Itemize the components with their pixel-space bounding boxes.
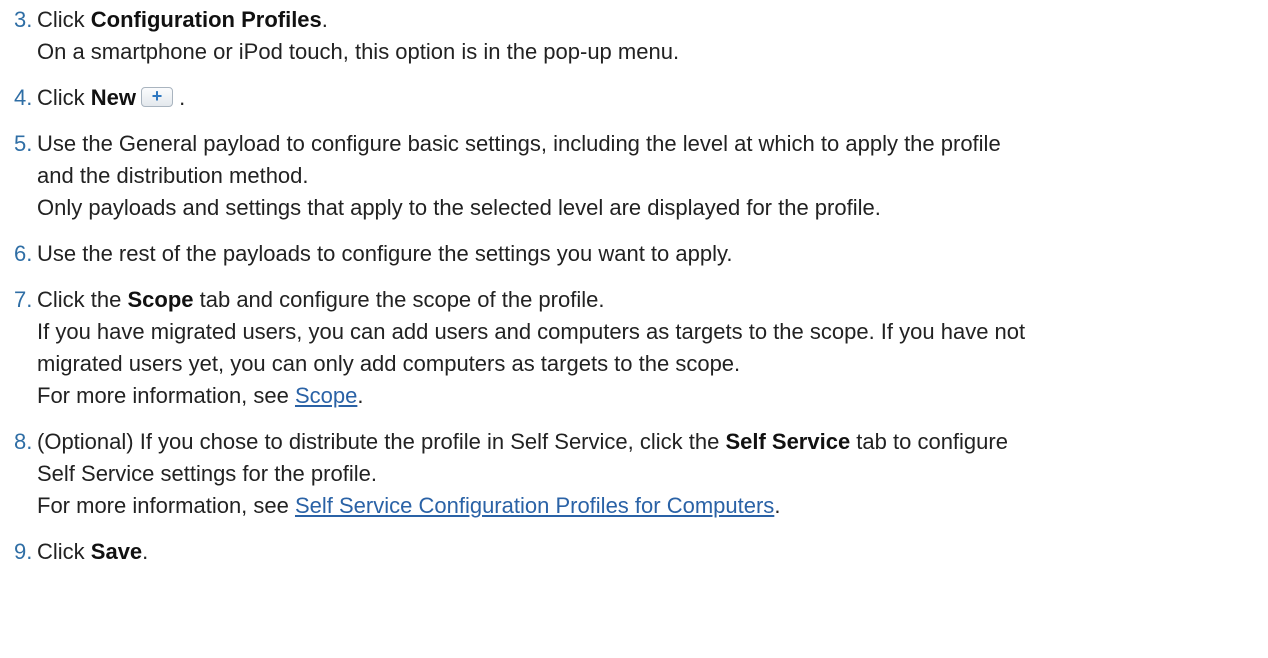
text: . bbox=[774, 493, 781, 518]
text: . bbox=[357, 383, 364, 408]
step-instruction: Use the rest of the payloads to configur… bbox=[37, 241, 733, 266]
step-instruction: Use the General payload to configure bas… bbox=[37, 131, 1001, 156]
step-instruction: Click the Scope tab and configure the sc… bbox=[37, 284, 1268, 316]
step-instruction-cont: Self Service settings for the profile. bbox=[37, 461, 377, 486]
ui-term-scope: Scope bbox=[127, 287, 194, 312]
step-4: 4. Click New + . bbox=[0, 82, 1268, 114]
text: . bbox=[142, 539, 149, 564]
step-note: If you have migrated users, you can add … bbox=[37, 319, 1026, 344]
ui-term-self-service: Self Service bbox=[725, 429, 851, 454]
text: For more information, see bbox=[37, 383, 295, 408]
step-6: 6. Use the rest of the payloads to confi… bbox=[0, 238, 1268, 270]
text: (Optional) If you chose to distribute th… bbox=[37, 429, 726, 454]
more-info-line: For more information, see Scope. bbox=[37, 380, 1268, 412]
text: For more information, see bbox=[37, 493, 295, 518]
text: Click the bbox=[37, 287, 128, 312]
step-note: On a smartphone or iPod touch, this opti… bbox=[37, 39, 680, 64]
step-number: 3. bbox=[14, 7, 33, 32]
step-number: 6. bbox=[14, 241, 33, 266]
text: Click bbox=[37, 539, 91, 564]
text: . bbox=[173, 85, 186, 110]
plus-icon: + bbox=[151, 86, 163, 107]
step-9: 9. Click Save. bbox=[0, 536, 1268, 568]
step-instruction: Click Configuration Profiles. bbox=[37, 4, 1268, 36]
procedure-steps: 3. Click Configuration Profiles. On a sm… bbox=[0, 0, 1268, 568]
ui-term-new: New bbox=[90, 85, 137, 110]
step-number: 8. bbox=[14, 429, 33, 454]
scope-link[interactable]: Scope bbox=[295, 383, 357, 408]
step-note-cont: migrated users yet, you can only add com… bbox=[37, 351, 741, 376]
step-number: 4. bbox=[14, 85, 33, 110]
text: tab and configure the scope of the profi… bbox=[193, 287, 605, 312]
step-5: 5. Use the General payload to configure … bbox=[0, 128, 1268, 224]
text: . bbox=[321, 7, 328, 32]
step-instruction: Click New + . bbox=[37, 82, 1268, 114]
new-button-image: + bbox=[141, 86, 174, 108]
step-instruction: Click Save. bbox=[37, 536, 1268, 568]
step-8: 8. (Optional) If you chose to distribute… bbox=[0, 426, 1268, 522]
step-number: 9. bbox=[14, 539, 33, 564]
text: Click bbox=[37, 7, 91, 32]
text: tab to configure bbox=[850, 429, 1008, 454]
step-note: Only payloads and settings that apply to… bbox=[37, 195, 881, 220]
step-instruction: (Optional) If you chose to distribute th… bbox=[37, 426, 1268, 458]
more-info-line: For more information, see Self Service C… bbox=[37, 490, 1268, 522]
step-7: 7. Click the Scope tab and configure the… bbox=[0, 284, 1268, 412]
step-3: 3. Click Configuration Profiles. On a sm… bbox=[0, 4, 1268, 68]
ui-term-save: Save bbox=[90, 539, 143, 564]
step-instruction-cont: and the distribution method. bbox=[37, 163, 309, 188]
ui-term-configuration-profiles: Configuration Profiles bbox=[90, 7, 322, 32]
text: Click bbox=[37, 85, 91, 110]
step-number: 7. bbox=[14, 287, 33, 312]
self-service-config-profiles-link[interactable]: Self Service Configuration Profiles for … bbox=[295, 493, 774, 518]
step-number: 5. bbox=[14, 131, 33, 156]
